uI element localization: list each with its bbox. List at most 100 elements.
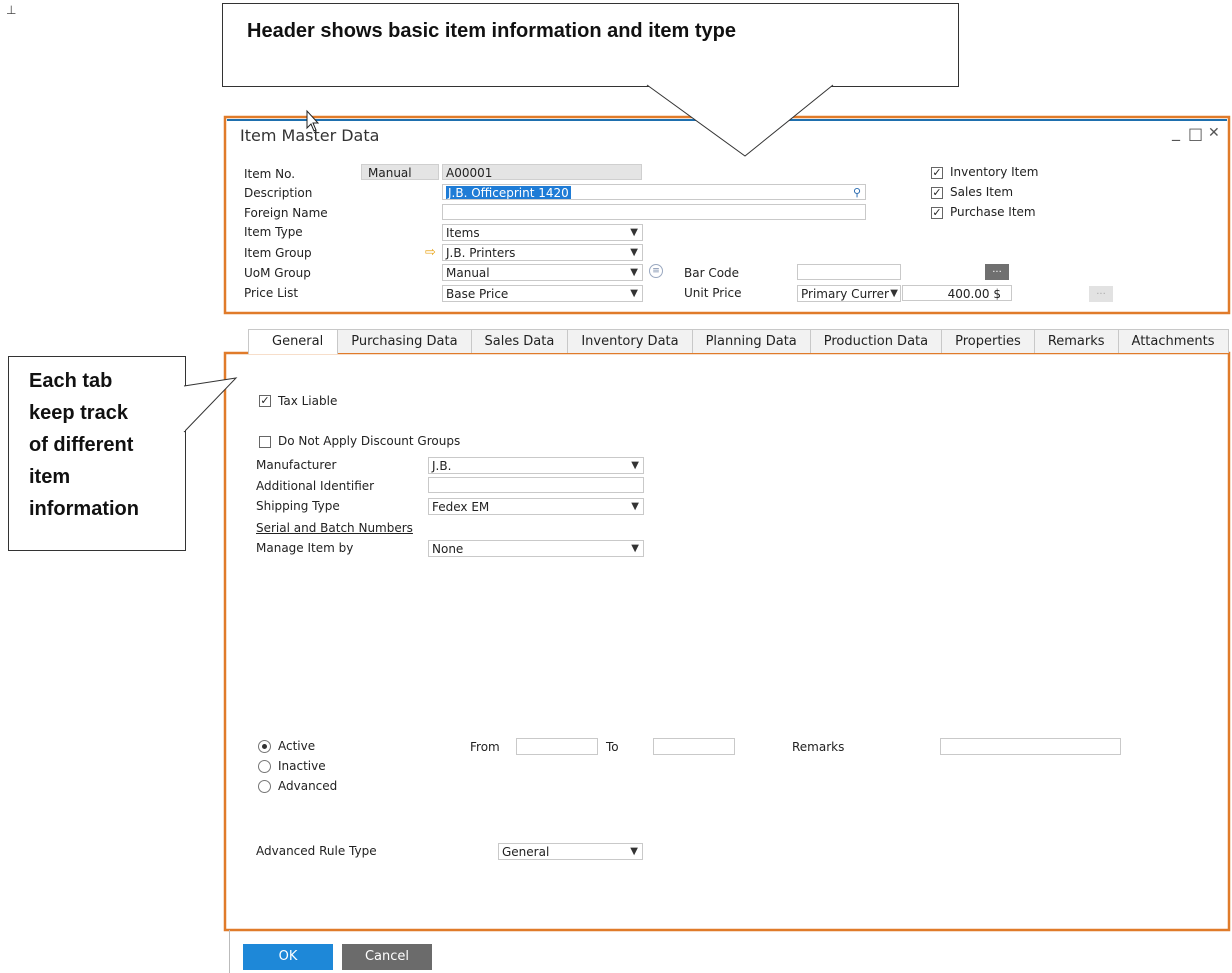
tab-callout-text: Each tab keep track of different item in… [29, 365, 179, 525]
active-label: Active [278, 739, 316, 753]
header-callout-text: Header shows basic item information and … [247, 20, 737, 42]
inactive-radio[interactable] [258, 760, 271, 773]
currency-value: Primary Currer [801, 287, 889, 301]
tab-callout: Each tab keep track of different item in… [8, 356, 186, 551]
tab-production-data[interactable]: Production Data [809, 329, 943, 353]
bar-code-label: Bar Code [684, 266, 740, 280]
unit-price-value: 400.00 $ [947, 287, 1001, 301]
maximize-icon[interactable]: □ [1188, 124, 1203, 143]
tab-callout-line: keep track [29, 402, 128, 424]
chevron-down-icon: ▼ [890, 288, 898, 299]
minimize-icon[interactable]: _ [1172, 122, 1180, 141]
window-title: Item Master Data [240, 126, 380, 145]
description-label: Description [244, 186, 313, 200]
advanced-label: Advanced [278, 779, 338, 793]
serial-batch-heading: Serial and Batch Numbers [256, 521, 413, 535]
from-label: From [470, 740, 500, 754]
purchase-item-checkbox[interactable]: ✓ [931, 207, 943, 219]
uom-info-icon[interactable]: ≡ [649, 264, 663, 278]
shipping-type-value: Fedex EM [432, 500, 490, 514]
item-type-label: Item Type [244, 225, 303, 239]
item-type-select[interactable]: Items ▼ [442, 224, 643, 241]
tab-sales-data[interactable]: Sales Data [470, 329, 569, 353]
inventory-item-label: Inventory Item [950, 165, 1039, 179]
description-selected-text: J.B. Officeprint 1420 [446, 186, 571, 200]
inactive-label: Inactive [278, 759, 326, 773]
tab-callout-line: of different [29, 434, 134, 456]
unit-price-field[interactable]: 400.00 $ [902, 285, 1012, 301]
advanced-radio[interactable] [258, 780, 271, 793]
sales-item-checkbox[interactable]: ✓ [931, 187, 943, 199]
bar-code-field[interactable] [797, 264, 901, 280]
unit-price-label: Unit Price [684, 286, 742, 300]
chevron-down-icon: ▼ [630, 227, 638, 238]
bar-code-browse-button[interactable]: ... [985, 264, 1009, 280]
manufacturer-select[interactable]: J.B. ▼ [428, 457, 644, 474]
tab-attachments[interactable]: Attachments [1117, 329, 1229, 353]
manage-by-label: Manage Item by [256, 541, 354, 555]
price-list-value: Base Price [446, 287, 509, 301]
chevron-down-icon: ▼ [631, 501, 639, 512]
chevron-down-icon: ▼ [630, 267, 638, 278]
no-discount-label: Do Not Apply Discount Groups [278, 434, 461, 448]
additional-identifier-label: Additional Identifier [256, 479, 375, 493]
chevron-down-icon: ▼ [631, 460, 639, 471]
tab-inventory-data[interactable]: Inventory Data [567, 329, 693, 353]
price-list-select[interactable]: Base Price ▼ [442, 285, 643, 302]
to-label: To [606, 740, 619, 754]
chevron-down-icon: ▼ [631, 543, 639, 554]
price-list-label: Price List [244, 286, 299, 300]
chevron-down-icon: ▼ [630, 288, 638, 299]
cancel-button[interactable]: Cancel [342, 944, 432, 970]
tab-remarks[interactable]: Remarks [1033, 329, 1119, 353]
uom-group-select[interactable]: Manual ▼ [442, 264, 643, 281]
shipping-type-select[interactable]: Fedex EM ▼ [428, 498, 644, 515]
close-icon[interactable]: ✕ [1208, 125, 1220, 141]
manufacturer-value: J.B. [432, 459, 452, 473]
manage-by-select[interactable]: None ▼ [428, 540, 644, 557]
uom-group-value: Manual [446, 266, 490, 280]
ok-button[interactable]: OK [243, 944, 333, 970]
active-radio[interactable] [258, 740, 271, 753]
item-group-select[interactable]: J.B. Printers ▼ [442, 244, 643, 261]
item-type-value: Items [446, 226, 480, 240]
chevron-down-icon: ▼ [630, 846, 638, 857]
header-callout-pointer [646, 84, 834, 157]
to-date-field[interactable] [653, 738, 735, 755]
from-date-field[interactable] [516, 738, 598, 755]
tab-properties[interactable]: Properties [941, 329, 1035, 353]
item-no-field[interactable]: A00001 [442, 164, 642, 180]
tax-liable-checkbox[interactable]: ✓ [259, 395, 271, 407]
advanced-rule-type-label: Advanced Rule Type [256, 844, 377, 858]
tab-callout-pointer [183, 377, 238, 433]
inventory-item-checkbox[interactable]: ✓ [931, 167, 943, 179]
advanced-rule-type-select[interactable]: General ▼ [498, 843, 643, 860]
additional-identifier-field[interactable] [428, 477, 644, 493]
description-field[interactable]: J.B. Officeprint 1420 ⚲ [442, 184, 866, 200]
tab-planning-data[interactable]: Planning Data [691, 329, 811, 353]
tab-callout-line: item [29, 466, 71, 488]
item-no-series-field[interactable]: Manual [361, 164, 439, 180]
purchase-item-label: Purchase Item [950, 205, 1036, 219]
manage-by-value: None [432, 542, 464, 556]
item-group-label: Item Group [244, 246, 312, 260]
header-callout: Header shows basic item information and … [222, 3, 959, 87]
sales-item-label: Sales Item [950, 185, 1014, 199]
foreign-name-field[interactable] [442, 204, 866, 220]
tab-general[interactable]: General [248, 329, 339, 354]
tab-callout-line: Each tab [29, 370, 113, 392]
shipping-type-label: Shipping Type [256, 499, 340, 513]
no-discount-checkbox[interactable] [259, 436, 271, 448]
translate-icon[interactable]: ⚲ [853, 185, 861, 199]
foreign-name-label: Foreign Name [244, 206, 328, 220]
advanced-rule-type-value: General [502, 845, 550, 859]
remarks-label: Remarks [792, 740, 845, 754]
tab-purchasing-data[interactable]: Purchasing Data [337, 329, 472, 353]
currency-select[interactable]: Primary Currer ▼ [797, 285, 901, 302]
tax-liable-label: Tax Liable [278, 394, 338, 408]
manufacturer-label: Manufacturer [256, 458, 337, 472]
chevron-down-icon: ▼ [630, 247, 638, 258]
remarks-field[interactable] [940, 738, 1121, 755]
link-arrow-icon[interactable]: ⇨ [425, 245, 436, 260]
corner-glyph: ⊥ [6, 3, 17, 17]
